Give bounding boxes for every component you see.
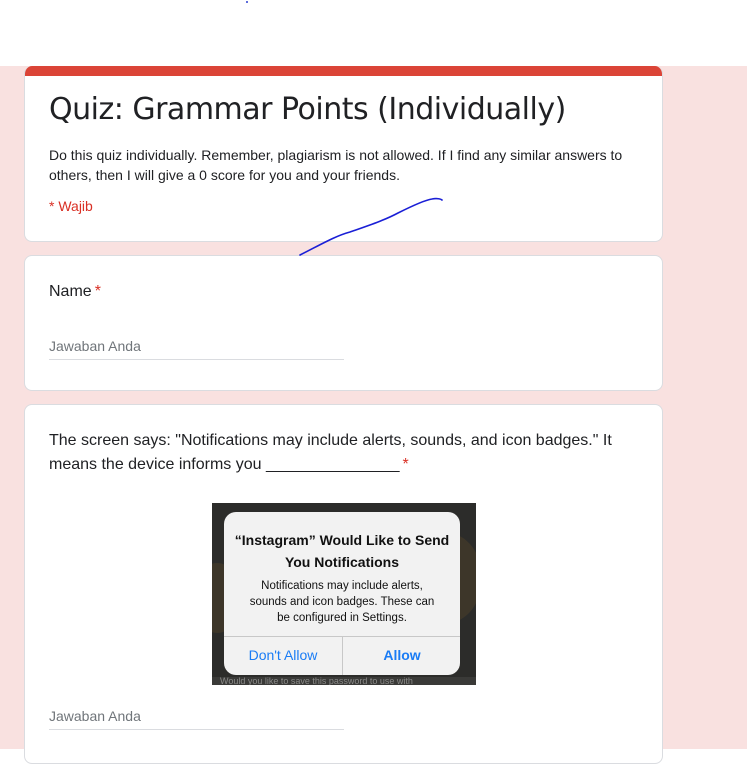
question-label-notifications: The screen says: "Notifications may incl… [49, 429, 639, 477]
ink-dot [246, 1, 248, 3]
form-description: Do this quiz individually. Remember, pla… [49, 147, 623, 183]
question-label-name: Name * [49, 280, 101, 304]
form-header-card: Quiz: Grammar Points (Individually) Do t… [24, 66, 663, 242]
required-asterisk: * [402, 456, 409, 473]
required-asterisk: * [94, 283, 101, 300]
question-text: Name [49, 283, 92, 300]
answer-placeholder: Jawaban Anda [49, 708, 141, 724]
notification-screenshot-image: “Instagram” Would Like to Send You Notif… [212, 503, 476, 685]
name-answer-input[interactable]: Jawaban Anda [49, 331, 344, 360]
form-title: Quiz: Grammar Points (Individually) [49, 92, 566, 127]
notifications-answer-input[interactable]: Jawaban Anda [49, 701, 344, 730]
ios-alert-dialog: “Instagram” Would Like to Send You Notif… [224, 512, 460, 675]
question-card-name: Name * Jawaban Anda [24, 255, 663, 391]
dialog-message: Notifications may include alerts, sounds… [249, 580, 435, 624]
allow-button: Allow [383, 647, 421, 663]
dont-allow-button: Don't Allow [248, 647, 318, 663]
header-accent-bar [25, 66, 662, 76]
required-note: * Wajib [49, 198, 93, 214]
question-card-notifications: The screen says: "Notifications may incl… [24, 404, 663, 764]
answer-placeholder: Jawaban Anda [49, 338, 141, 354]
top-bar [0, 0, 747, 66]
question-text: The screen says: "Notifications may incl… [49, 432, 612, 473]
dialog-title: “Instagram” Would Like to Send You Notif… [234, 532, 450, 570]
image-bottom-text: Would you like to save this password to … [212, 677, 476, 685]
